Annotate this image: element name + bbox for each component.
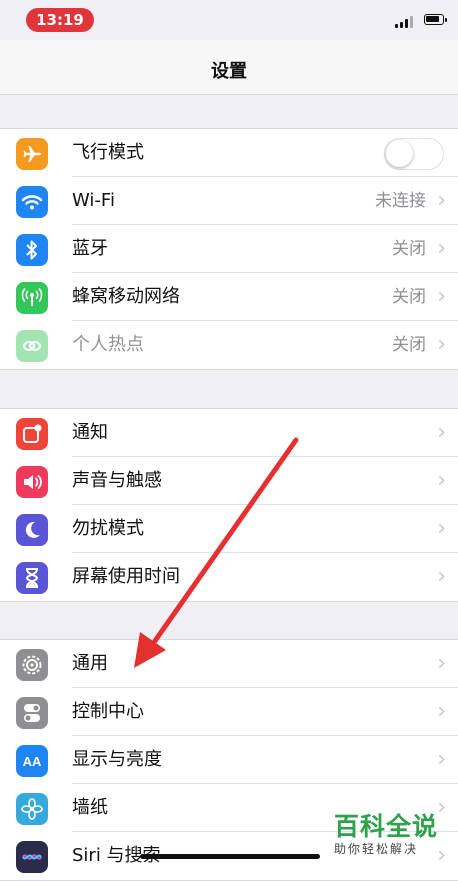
settings-row-bluetooth[interactable]: 蓝牙 关闭 ›: [0, 225, 458, 273]
settings-row-label: 通知: [72, 422, 108, 443]
chevron-right-icon: ›: [437, 564, 446, 589]
settings-row-label: 勿扰模式: [72, 518, 144, 539]
bluetooth-icon: [16, 234, 48, 266]
settings-row-label: 声音与触感: [72, 470, 162, 491]
settings-row-display[interactable]: AA 显示与亮度 ›: [0, 736, 458, 784]
settings-row-wifi[interactable]: Wi-Fi 未连接 ›: [0, 177, 458, 225]
chevron-right-icon: ›: [437, 699, 446, 724]
settings-row-label: Wi-Fi: [72, 190, 115, 211]
settings-row-label: 蜂窝移动网络: [72, 286, 180, 307]
settings-group-notifications: 通知 › 声音与触感 › 勿扰模式 › 屏幕使用时间 ›: [0, 408, 458, 602]
settings-row-label: 蓝牙: [72, 238, 108, 259]
settings-row-label: 个人热点: [72, 334, 144, 355]
switches-icon: [16, 697, 48, 729]
settings-row-value: 关闭: [392, 287, 426, 307]
cellular-antenna-icon: [16, 282, 48, 314]
watermark-subtitle: 助你轻松解决: [334, 842, 419, 856]
gear-icon: [16, 649, 48, 681]
settings-row-value: 关闭: [392, 239, 426, 259]
hourglass-icon: [16, 562, 48, 594]
nav-bar: 设置: [0, 40, 458, 95]
airplane-mode-toggle[interactable]: [384, 138, 444, 170]
flower-icon: [16, 793, 48, 825]
status-bar: 13:19: [0, 0, 458, 40]
wifi-icon: [16, 186, 48, 218]
settings-row-label: 控制中心: [72, 701, 144, 722]
text-size-icon: AA: [16, 745, 48, 777]
settings-row-control-center[interactable]: 控制中心 ›: [0, 688, 458, 736]
settings-row-label: 飞行模式: [72, 142, 144, 163]
settings-row-label: 墙纸: [72, 797, 108, 818]
notifications-icon: [16, 418, 48, 450]
airplane-icon: [16, 138, 48, 170]
chevron-right-icon: ›: [437, 468, 446, 493]
text-size-icon-glyph: AA: [22, 753, 42, 769]
battery-icon: [424, 14, 447, 25]
settings-group-connectivity: 飞行模式 Wi-Fi 未连接 › 蓝牙 关闭 › 蜂窝移动网络 关闭 › 个人热…: [0, 128, 458, 370]
speaker-icon: [16, 466, 48, 498]
siri-icon: [16, 841, 48, 873]
settings-row-general[interactable]: 通用 ›: [0, 640, 458, 688]
settings-row-hotspot[interactable]: 个人热点 关闭 ›: [0, 321, 458, 369]
chevron-right-icon: ›: [437, 332, 446, 357]
settings-row-label: 通用: [72, 653, 108, 674]
moon-icon: [16, 514, 48, 546]
chevron-right-icon: ›: [437, 516, 446, 541]
settings-row-cellular[interactable]: 蜂窝移动网络 关闭 ›: [0, 273, 458, 321]
settings-row-label: 显示与亮度: [72, 749, 162, 770]
status-time: 13:19: [26, 8, 94, 32]
settings-row-notifications[interactable]: 通知 ›: [0, 409, 458, 457]
signal-icon: [395, 16, 417, 28]
chevron-right-icon: ›: [437, 236, 446, 261]
settings-row-label: 屏幕使用时间: [72, 566, 180, 587]
settings-row-sounds[interactable]: 声音与触感 ›: [0, 457, 458, 505]
settings-row-value: 关闭: [392, 335, 426, 355]
chevron-right-icon: ›: [437, 747, 446, 772]
chevron-right-icon: ›: [437, 284, 446, 309]
watermark-title: 百科全说: [334, 812, 439, 841]
watermark-logo: 百科全说 助你轻松解决: [334, 812, 454, 856]
home-indicator[interactable]: [140, 854, 320, 859]
settings-row-dnd[interactable]: 勿扰模式 ›: [0, 505, 458, 553]
hotspot-link-icon: [16, 330, 48, 362]
settings-row-screentime[interactable]: 屏幕使用时间 ›: [0, 553, 458, 601]
page-title: 设置: [211, 61, 247, 82]
chevron-right-icon: ›: [437, 188, 446, 213]
settings-row-value: 未连接: [375, 191, 426, 211]
chevron-right-icon: ›: [437, 420, 446, 445]
settings-row-airplane[interactable]: 飞行模式: [0, 129, 458, 177]
chevron-right-icon: ›: [437, 651, 446, 676]
